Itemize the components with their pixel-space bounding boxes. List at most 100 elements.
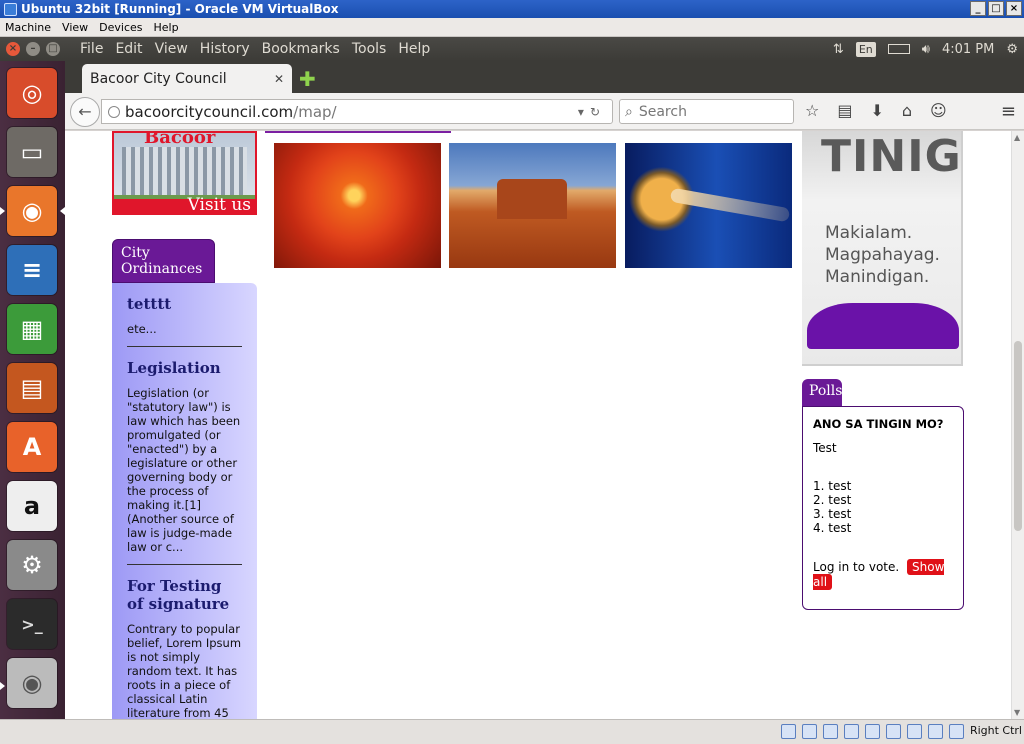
- writer-icon[interactable]: ≡: [7, 245, 57, 295]
- dvd-icon[interactable]: ◉: [7, 658, 57, 708]
- reading-list-icon[interactable]: ▤: [837, 101, 852, 120]
- web-page: Bacoor Visit us TINIG Makialam. Magpahay…: [65, 131, 1011, 719]
- ordinance-excerpt: Legislation (or "statutory law") is law …: [127, 386, 241, 554]
- page-scrollbar[interactable]: ▲ ▼: [1011, 131, 1024, 719]
- gallery-image-chrysanthemum[interactable]: [274, 143, 441, 268]
- vbox-menu-machine[interactable]: Machine: [0, 21, 57, 34]
- polls-tab: Polls: [802, 379, 842, 406]
- scroll-up-icon[interactable]: ▲: [1014, 133, 1020, 142]
- running-app-indicator-icon: [0, 682, 5, 690]
- network-icon[interactable]: [844, 724, 859, 739]
- browser-tab[interactable]: Bacoor City Council ✕: [82, 64, 292, 93]
- mouse-integration-icon[interactable]: [928, 724, 943, 739]
- scroll-thumb[interactable]: [1014, 341, 1022, 531]
- banner-title: Bacoor: [144, 131, 216, 148]
- window-close-icon[interactable]: ×: [6, 42, 20, 56]
- menu-edit[interactable]: Edit: [109, 41, 148, 57]
- clock[interactable]: 4:01 PM: [942, 42, 994, 57]
- session-gear-icon[interactable]: ⚙: [1006, 42, 1018, 57]
- battery-icon[interactable]: [887, 44, 910, 54]
- keyboard-capture-icon[interactable]: [949, 724, 964, 739]
- scroll-down-icon[interactable]: ▼: [1014, 708, 1020, 717]
- poll-option: 3. test: [813, 507, 852, 521]
- poll-option: 1. test: [813, 479, 852, 493]
- vbox-menu-help[interactable]: Help: [149, 21, 185, 34]
- vbox-title-bar: Ubuntu 32bit [Running] - Oracle VM Virtu…: [0, 0, 1024, 18]
- poll-options: 1. test 2. test 3. test 4. test: [813, 479, 953, 535]
- files-icon[interactable]: ▭: [7, 127, 57, 177]
- minimize-icon[interactable]: _: [970, 1, 986, 16]
- chat-icon[interactable]: ☺: [930, 101, 947, 120]
- host-key-label: Right Ctrl: [969, 724, 1022, 737]
- ordinance-title-link[interactable]: For Testing of signature: [127, 577, 242, 613]
- video-capture-icon[interactable]: [907, 724, 922, 739]
- tab-close-icon[interactable]: ✕: [274, 72, 284, 86]
- visit-us-banner[interactable]: Bacoor Visit us: [112, 131, 257, 215]
- crowd-silhouette-image: [807, 303, 959, 349]
- ordinance-title-link[interactable]: tetttt: [127, 295, 242, 313]
- hamburger-menu-icon[interactable]: ≡: [1001, 101, 1016, 122]
- browser-navbar: ← bacoorcitycouncil.com/map/ ▾↻ ⌕ Search…: [65, 93, 1024, 130]
- vbox-menu-view[interactable]: View: [57, 21, 94, 34]
- tinig-ad[interactable]: TINIG Makialam. Magpahayag. Manindigan.: [802, 131, 963, 366]
- impress-icon[interactable]: ▤: [7, 363, 57, 413]
- url-domain: bacoorcitycouncil.com: [125, 102, 294, 121]
- menu-view[interactable]: View: [149, 41, 194, 57]
- volume-icon[interactable]: 🔊︎: [922, 42, 930, 57]
- vbox-device-icons: [781, 724, 964, 739]
- window-minimize-icon[interactable]: –: [26, 42, 40, 56]
- downloads-icon[interactable]: ⬇: [870, 101, 883, 120]
- menu-tools[interactable]: Tools: [346, 41, 393, 57]
- software-center-icon[interactable]: A: [7, 422, 57, 472]
- poll-option: 2. test: [813, 493, 852, 507]
- tinig-line-2: Magpahayag.: [825, 245, 940, 265]
- vbox-window-title: Ubuntu 32bit [Running] - Oracle VM Virtu…: [21, 2, 339, 16]
- hard-disk-icon[interactable]: [781, 724, 796, 739]
- back-arrow-icon[interactable]: ←: [70, 97, 100, 127]
- display-icon[interactable]: [886, 724, 901, 739]
- login-to-vote-link[interactable]: Log in to vote.: [813, 560, 899, 574]
- poll-footer: Log in to vote. Show all: [813, 559, 953, 590]
- system-settings-icon[interactable]: ⚙: [7, 540, 57, 590]
- network-transfer-icon[interactable]: ⇅: [833, 42, 844, 57]
- url-dropdown-reload-icons[interactable]: ▾↻: [578, 105, 612, 119]
- tab-title: Bacoor City Council: [90, 70, 227, 87]
- menu-history[interactable]: History: [194, 41, 256, 57]
- url-bar[interactable]: bacoorcitycouncil.com/map/ ▾↻: [101, 99, 613, 124]
- maximize-icon[interactable]: □: [988, 1, 1004, 16]
- site-identity-icon[interactable]: [108, 105, 120, 118]
- ordinance-title-link[interactable]: Legislation: [127, 359, 242, 377]
- active-app-indicator-icon: [0, 207, 5, 215]
- city-ordinances-tab: City Ordinances: [112, 239, 215, 283]
- home-icon[interactable]: ⌂: [902, 101, 912, 120]
- keyboard-layout-indicator[interactable]: En: [855, 41, 876, 57]
- optical-drive-icon[interactable]: [802, 724, 817, 739]
- city-hall-image: [122, 147, 247, 197]
- window-maximize-icon[interactable]: □: [46, 42, 60, 56]
- bookmark-star-icon[interactable]: ☆: [805, 101, 819, 120]
- search-box[interactable]: ⌕ Search: [619, 99, 794, 124]
- poll-description: Test: [813, 441, 837, 455]
- audio-icon[interactable]: [823, 724, 838, 739]
- menu-file[interactable]: File: [74, 41, 109, 57]
- terminal-icon[interactable]: >_: [7, 599, 57, 649]
- tinig-line-1: Makialam.: [825, 223, 913, 243]
- tinig-slogan: Makialam. Magpahayag. Manindigan.: [825, 222, 940, 288]
- amazon-icon[interactable]: a: [7, 481, 57, 531]
- vbox-menu-devices[interactable]: Devices: [94, 21, 148, 34]
- close-icon[interactable]: ×: [1006, 1, 1022, 16]
- firefox-icon[interactable]: ◉: [7, 186, 57, 236]
- purple-divider: [265, 131, 451, 133]
- ordinance-excerpt: ete...: [127, 322, 157, 336]
- ubuntu-dash-icon[interactable]: ◎: [7, 68, 57, 118]
- vbox-status-bar: Right Ctrl: [0, 719, 1024, 744]
- menu-help[interactable]: Help: [392, 41, 436, 57]
- desert-butte: [497, 179, 567, 219]
- gallery-image-jellyfish[interactable]: [625, 143, 792, 268]
- new-tab-icon[interactable]: ✚: [299, 67, 316, 91]
- calc-icon[interactable]: ▦: [7, 304, 57, 354]
- gallery-image-desert[interactable]: [449, 143, 616, 268]
- shared-folders-icon[interactable]: [865, 724, 880, 739]
- menu-bookmarks[interactable]: Bookmarks: [256, 41, 346, 57]
- ubuntu-top-panel: × – □ File Edit View History Bookmarks T…: [0, 37, 1024, 61]
